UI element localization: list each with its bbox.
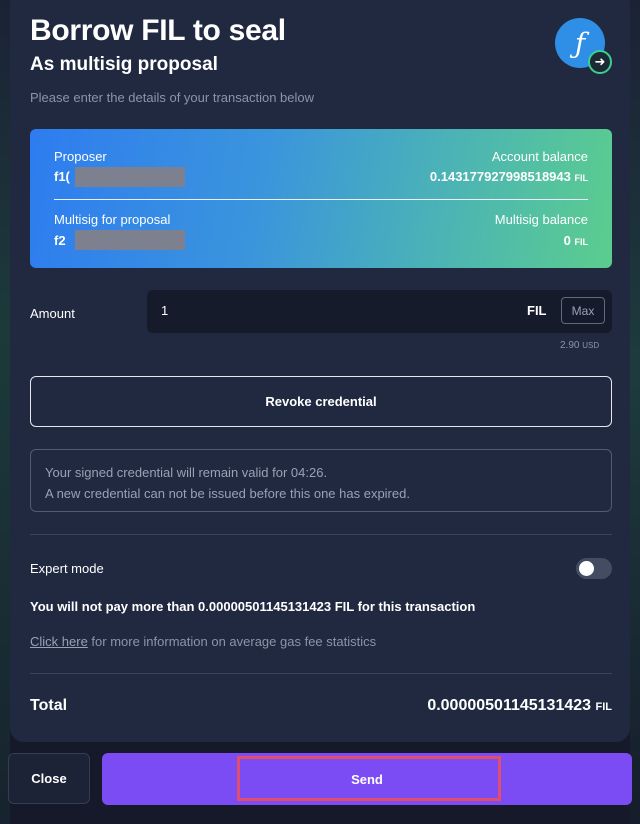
modal-title: Borrow FIL to seal — [30, 14, 286, 47]
total-amount: 0.00000501145131423 FIL — [427, 697, 612, 715]
borrow-modal: Borrow FIL to seal As multisig proposal … — [10, 0, 630, 742]
expert-mode-label: Expert mode — [30, 561, 104, 576]
amount-value: 1 — [161, 303, 169, 318]
modal-instructions: Please enter the details of your transac… — [30, 90, 315, 105]
notice-line-2: A new credential can not be issued befor… — [45, 486, 410, 501]
account-balance: 0.14317792799851894​3 FIL — [430, 169, 588, 184]
divider — [30, 673, 612, 674]
multisig-address: f2 — [54, 233, 66, 248]
usd-equivalent: 2.90 USD — [560, 340, 599, 351]
gas-info-text: for more information on average gas fee … — [87, 634, 377, 649]
fee-limit-text: You will not pay more than 0.00000501145… — [30, 599, 476, 614]
send-label: Send — [351, 771, 383, 787]
multisig-balance: 0 FIL — [564, 233, 588, 248]
multisig-balance-label: Multisig balance — [494, 212, 588, 227]
revoke-credential-button[interactable]: Revoke credential — [30, 376, 612, 427]
total-unit: FIL — [595, 701, 613, 713]
send-button[interactable]: Send — [102, 753, 632, 805]
usd-value: 2.90 — [560, 340, 580, 351]
total-label: Total — [30, 697, 68, 714]
credential-notice: Your signed credential will remain valid… — [30, 449, 612, 512]
backdrop-left — [0, 0, 10, 824]
card-divider — [54, 199, 588, 200]
close-button[interactable]: Close — [8, 753, 90, 804]
multisig-label: Multisig for proposal — [54, 212, 171, 227]
amount-unit: FIL — [527, 303, 547, 318]
backdrop-right — [630, 0, 640, 824]
notice-line-1: Your signed credential will remain valid… — [45, 465, 328, 480]
account-balance-value: 0.14317792799851894​3 — [429, 169, 571, 184]
account-balance-unit: FIL — [574, 173, 589, 183]
gas-info-link[interactable]: Click here — [30, 634, 88, 649]
toggle-knob — [579, 561, 594, 576]
total-value: 0.00000501145131423 — [427, 697, 592, 714]
divider — [30, 534, 612, 535]
amount-input[interactable]: 1 FIL Max — [147, 290, 612, 333]
account-balance-label: Account balance — [491, 149, 588, 164]
proposer-address: f1( — [54, 169, 70, 184]
multisig-balance-unit: FIL — [574, 237, 589, 247]
max-button[interactable]: Max — [561, 297, 605, 324]
multisig-balance-value: 0 — [563, 233, 571, 248]
usd-unit: USD — [582, 341, 600, 350]
proposer-label: Proposer — [54, 149, 107, 164]
multisig-redaction — [75, 230, 185, 250]
arrow-glyph: ➜ — [594, 54, 606, 69]
expert-mode-toggle[interactable] — [576, 558, 612, 579]
filecoin-glyph: ƒ — [574, 26, 586, 60]
modal-subtitle: As multisig proposal — [30, 54, 218, 75]
proposer-redaction — [75, 167, 185, 187]
amount-label: Amount — [30, 306, 75, 321]
balance-card: Proposer f1( Account balance 0.143177927… — [30, 129, 612, 268]
arrow-right-icon: ➜ — [588, 50, 612, 74]
gas-info-line: Click here for more information on avera… — [30, 634, 376, 649]
